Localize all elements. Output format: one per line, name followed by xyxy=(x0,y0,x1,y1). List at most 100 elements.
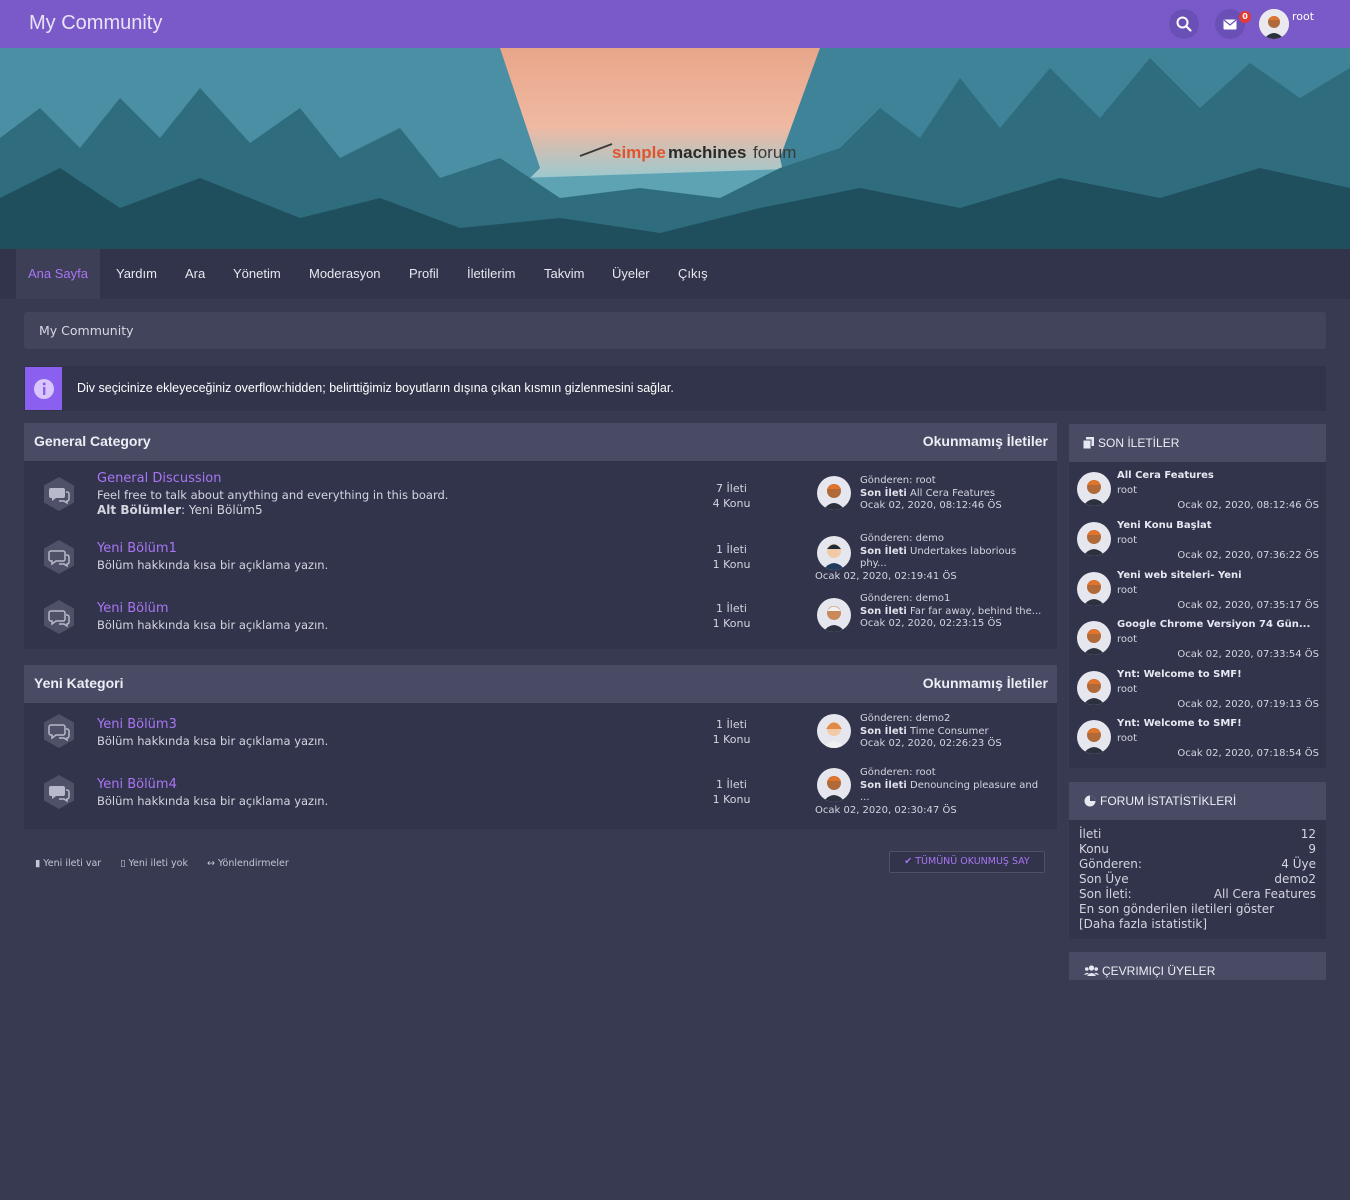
recent-post-item[interactable]: Yeni Konu Başlat root Ocak 02, 2020, 07:… xyxy=(1069,518,1326,568)
last-post-info: Gönderen: demo2 Son İleti Time Consumer … xyxy=(860,713,1050,751)
site-title[interactable]: My Community xyxy=(29,12,162,35)
stat-value: 4 Üye xyxy=(1281,857,1316,871)
no-new-posts-legend: ▯ Yeni ileti yok xyxy=(120,858,188,869)
last-poster[interactable]: Gönderen: demo xyxy=(860,533,1050,546)
last-post-link-cont[interactable]: phy... xyxy=(860,558,1050,571)
post-count: 1 İleti xyxy=(716,718,747,731)
recent-post-user[interactable]: root xyxy=(1117,733,1137,744)
recent-post-title[interactable]: Yeni web siteleri- Yeni xyxy=(1117,570,1317,581)
last-post-link[interactable]: All Cera Features xyxy=(910,488,995,499)
last-post-label: Son İleti xyxy=(860,605,907,617)
last-post-label: Son İleti xyxy=(860,725,907,737)
unread-posts-link[interactable]: Okunmamış İletiler xyxy=(923,433,1048,449)
last-poster-avatar[interactable] xyxy=(817,536,851,570)
avatar[interactable] xyxy=(1077,720,1111,754)
unread-posts-link[interactable]: Okunmamış İletiler xyxy=(923,675,1048,691)
logo-forum: forum xyxy=(753,143,796,162)
last-post-link[interactable]: Time Consumer xyxy=(910,726,989,737)
board-stats: 1 İleti 1 Konu xyxy=(694,717,769,747)
category-title[interactable]: Yeni Kategori xyxy=(34,675,123,691)
recent-post-title[interactable]: Ynt: Welcome to SMF! xyxy=(1117,669,1317,680)
recent-post-item[interactable]: Ynt: Welcome to SMF! root Ocak 02, 2020,… xyxy=(1069,716,1326,766)
avatar[interactable] xyxy=(1077,522,1111,556)
post-count: 1 İleti xyxy=(716,778,747,791)
board-name-link[interactable]: General Discussion xyxy=(97,471,222,486)
logo-machines: machines xyxy=(668,143,746,162)
recent-post-title[interactable]: Yeni Konu Başlat xyxy=(1117,520,1317,531)
recent-post-user[interactable]: root xyxy=(1117,634,1137,645)
recent-post-user[interactable]: root xyxy=(1117,535,1137,546)
recent-post-title[interactable]: Google Chrome Versiyon 74 Gün... xyxy=(1117,619,1317,630)
recent-posts-link[interactable]: En son gönderilen iletileri göster xyxy=(1079,902,1316,917)
recent-post-date: Ocak 02, 2020, 07:19:13 ÖS xyxy=(1177,699,1319,710)
stat-label: Gönderen: xyxy=(1079,857,1142,871)
recent-post-item[interactable]: Ynt: Welcome to SMF! root Ocak 02, 2020,… xyxy=(1069,667,1326,717)
stat-value: 9 xyxy=(1308,842,1316,856)
nav-search[interactable]: Ara xyxy=(185,249,205,299)
board-no-new-posts-icon xyxy=(44,714,74,748)
avatar[interactable] xyxy=(1077,472,1111,506)
board-name-link[interactable]: Yeni Bölüm xyxy=(97,601,169,616)
topic-count: 1 Konu xyxy=(712,558,751,571)
board-name-link[interactable]: Yeni Bölüm3 xyxy=(97,717,177,732)
nav-help[interactable]: Yardım xyxy=(116,249,157,299)
recent-post-title[interactable]: Ynt: Welcome to SMF! xyxy=(1117,718,1317,729)
search-button[interactable] xyxy=(1169,9,1199,39)
last-poster-avatar[interactable] xyxy=(817,598,851,632)
recent-post-user[interactable]: root xyxy=(1117,585,1137,596)
board-no-new-posts-icon xyxy=(44,540,74,574)
last-poster-avatar[interactable] xyxy=(817,714,851,748)
mark-all-read-label: TÜMÜNÜ OKUNMUŞ SAY xyxy=(915,856,1030,867)
nav-moderation[interactable]: Moderasyon xyxy=(309,249,381,299)
nav-messages[interactable]: İletilerim xyxy=(467,249,515,299)
latest-post-link[interactable]: All Cera Features xyxy=(1214,887,1316,902)
stat-value: 12 xyxy=(1300,827,1316,841)
more-stats-link[interactable]: [Daha fazla istatistik] xyxy=(1079,917,1316,932)
last-post-label: Son İleti xyxy=(860,545,907,557)
last-post-link[interactable]: Far far away, behind the... xyxy=(910,606,1041,617)
board-name-link[interactable]: Yeni Bölüm1 xyxy=(97,541,177,556)
mark-all-read-button[interactable]: ✔ TÜMÜNÜ OKUNMUŞ SAY xyxy=(889,851,1045,873)
breadcrumb-link[interactable]: My Community xyxy=(39,323,134,338)
last-post-link[interactable]: Undertakes laborious xyxy=(910,546,1016,557)
forest-landscape-image: simple machines forum xyxy=(0,48,1350,249)
last-post-date: Ocak 02, 2020, 02:19:41 ÖS xyxy=(815,571,957,582)
nav-calendar[interactable]: Takvim xyxy=(544,249,584,299)
avatar[interactable] xyxy=(1077,572,1111,606)
recent-post-user[interactable]: root xyxy=(1117,684,1137,695)
user-avatar[interactable] xyxy=(1259,9,1289,39)
last-poster[interactable]: Gönderen: root xyxy=(860,475,1050,488)
stat-label: İleti xyxy=(1079,827,1102,841)
latest-member-link[interactable]: demo2 xyxy=(1274,872,1316,887)
recent-post-item[interactable]: Yeni web siteleri- Yeni root Ocak 02, 20… xyxy=(1069,568,1326,618)
recent-post-item[interactable]: Google Chrome Versiyon 74 Gün... root Oc… xyxy=(1069,617,1326,667)
last-poster[interactable]: Gönderen: root xyxy=(860,767,1050,780)
last-post-link-cont[interactable]: ... xyxy=(860,792,1050,805)
username[interactable]: root xyxy=(1292,10,1314,23)
recent-post-date: Ocak 02, 2020, 07:18:54 ÖS xyxy=(1177,748,1319,759)
recent-post-user[interactable]: root xyxy=(1117,485,1137,496)
no-new-posts-legend-label: Yeni ileti yok xyxy=(128,858,188,869)
avatar[interactable] xyxy=(1077,621,1111,655)
child-board-link[interactable]: : Yeni Bölüm5 xyxy=(181,503,263,517)
board-name-link[interactable]: Yeni Bölüm4 xyxy=(97,777,177,792)
nav-logout[interactable]: Çıkış xyxy=(678,249,708,299)
category-title[interactable]: General Category xyxy=(34,433,151,449)
nav-members[interactable]: Üyeler xyxy=(612,249,650,299)
avatar[interactable] xyxy=(1077,671,1111,705)
redirect-legend-icon: ↔ xyxy=(207,858,218,869)
recent-post-title[interactable]: All Cera Features xyxy=(1117,470,1317,481)
last-poster-avatar[interactable] xyxy=(817,476,851,510)
board-icon-legend: ▮ Yeni ileti var ▯ Yeni ileti yok ↔ Yönl… xyxy=(35,858,289,869)
nav-admin[interactable]: Yönetim xyxy=(233,249,281,299)
last-poster[interactable]: Gönderen: demo2 xyxy=(860,713,1050,726)
last-poster[interactable]: Gönderen: demo1 xyxy=(860,593,1050,606)
online-users-title: ÇEVRIMIÇI ÜYELER xyxy=(1102,964,1216,978)
nav-home[interactable]: Ana Sayfa xyxy=(28,249,88,299)
board-stats: 7 İleti 4 Konu xyxy=(694,481,769,511)
header-banner: simple machines forum xyxy=(0,48,1350,249)
last-post-link[interactable]: Denouncing pleasure and xyxy=(910,780,1038,791)
nav-profile[interactable]: Profil xyxy=(409,249,439,299)
recent-post-item[interactable]: All Cera Features root Ocak 02, 2020, 08… xyxy=(1069,468,1326,518)
last-poster-avatar[interactable] xyxy=(817,768,851,802)
